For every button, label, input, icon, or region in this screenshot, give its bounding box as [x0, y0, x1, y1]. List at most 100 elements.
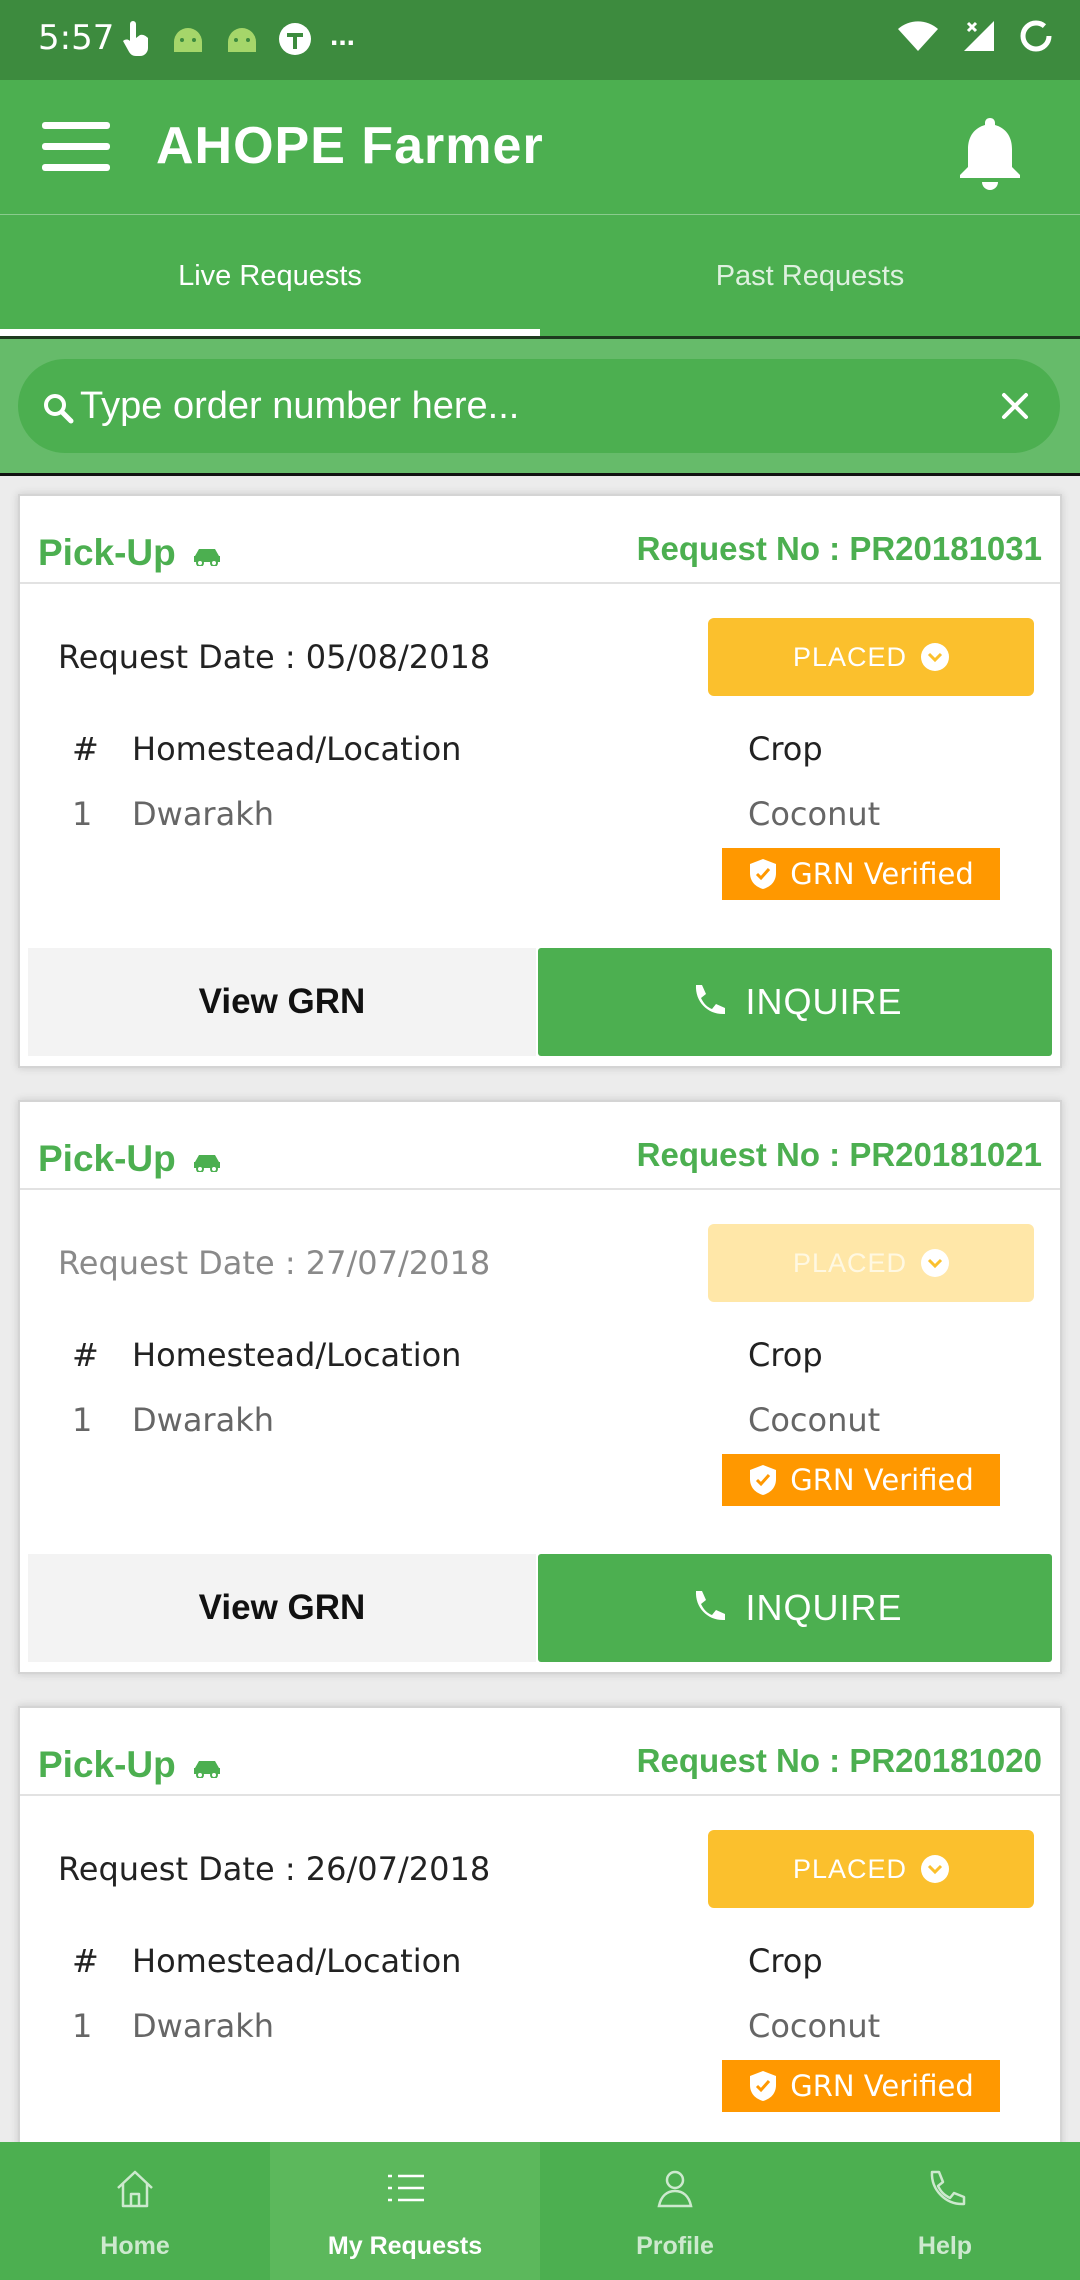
card-actions: View GRN INQUIRE: [28, 1554, 1052, 1662]
app-bar: AHOPE Farmer: [0, 80, 1080, 214]
request-number: Request No : PR20181020: [636, 1742, 1042, 1779]
nav-my-requests-label: My Requests: [327, 2232, 483, 2260]
touch-icon: [123, 21, 148, 56]
chevron-down-icon: [921, 1249, 950, 1277]
search-icon: [44, 394, 74, 424]
battery-saver-icon: [1020, 20, 1052, 52]
status-dropdown[interactable]: PLACED: [708, 1224, 1034, 1302]
row-location: Dwarakh: [132, 795, 274, 833]
android-icon: [228, 28, 256, 52]
nav-profile[interactable]: Profile: [540, 2142, 810, 2280]
card-header: Pick-Up Request No : PR20181021: [20, 1102, 1060, 1190]
car-icon: [193, 549, 220, 566]
col-header-number: #: [72, 730, 99, 768]
list-icon: [388, 2174, 424, 2202]
card-header: Pick-Up Request No : PR20181031: [20, 496, 1060, 584]
card-header: Pick-Up Request No : PR20181020: [20, 1708, 1060, 1796]
status-label: PLACED: [792, 1853, 908, 1884]
phone-icon: [696, 985, 726, 1015]
request-type: Pick-Up: [38, 532, 222, 574]
nav-help-label: Help: [917, 2232, 973, 2260]
request-card: Pick-Up Request No : PR20181021 Request …: [18, 1100, 1062, 1674]
request-date: Request Date : 05/08/2018: [58, 638, 491, 676]
nav-home-label: Home: [100, 2232, 170, 2260]
card-actions: View GRN INQUIRE: [28, 948, 1052, 1056]
person-icon: [657, 2170, 693, 2208]
grn-verified-badge: GRN Verified: [722, 1454, 1000, 1506]
grn-label: GRN Verified: [790, 1463, 974, 1497]
col-header-location: Homestead/Location: [132, 730, 462, 768]
status-bar: 5:57 ...: [0, 0, 1080, 80]
status-dropdown[interactable]: PLACED: [708, 1830, 1034, 1908]
wifi-icon: [898, 21, 938, 51]
home-icon: [117, 2170, 153, 2208]
app-title: AHOPE Farmer: [156, 117, 544, 175]
row-number: 1: [72, 1401, 93, 1439]
grn-verified-badge: GRN Verified: [722, 848, 1000, 900]
nav-profile-label: Profile: [636, 2232, 714, 2260]
chevron-down-icon: [921, 1855, 950, 1883]
row-crop: Coconut: [748, 795, 881, 833]
view-grn-button[interactable]: View GRN: [28, 948, 536, 1056]
col-header-number: #: [72, 1942, 99, 1980]
col-header-crop: Crop: [748, 1336, 823, 1374]
search-bar: [0, 339, 1080, 473]
grn-verified-badge: GRN Verified: [722, 2060, 1000, 2112]
row-number: 1: [72, 2007, 93, 2045]
chevron-down-icon: [921, 643, 950, 671]
status-dropdown[interactable]: PLACED: [708, 618, 1034, 696]
request-date: Request Date : 26/07/2018: [58, 1850, 491, 1888]
status-label: PLACED: [792, 1247, 908, 1278]
phone-icon: [696, 1591, 726, 1621]
tab-live-requests[interactable]: Live Requests: [0, 215, 540, 337]
more-notifications: ...: [330, 19, 356, 52]
inquire-label: INQUIRE: [745, 981, 903, 1022]
nav-my-requests[interactable]: My Requests: [270, 2142, 540, 2280]
request-type-label: Pick-Up: [38, 532, 176, 573]
app-screen: 5:57 ... AHOPE Farmer Live Requests Past…: [0, 0, 1080, 2280]
android-icon: [174, 28, 202, 52]
inquire-button[interactable]: INQUIRE: [538, 1554, 1052, 1662]
request-type-label: Pick-Up: [38, 1138, 176, 1179]
request-number: Request No : PR20181021: [636, 1136, 1042, 1173]
clear-search-icon[interactable]: [998, 389, 1032, 423]
nav-home[interactable]: Home: [0, 2142, 270, 2280]
search-box: [18, 359, 1060, 453]
shield-check-icon: [750, 1465, 777, 1495]
shield-check-icon: [750, 2071, 777, 2101]
notification-icons: ...: [122, 19, 356, 58]
request-number: Request No : PR20181031: [636, 530, 1042, 567]
status-label: PLACED: [792, 641, 908, 672]
status-time: 5:57: [38, 18, 115, 58]
row-location: Dwarakh: [132, 1401, 274, 1439]
col-header-number: #: [72, 1336, 99, 1374]
col-header-crop: Crop: [748, 1942, 823, 1980]
bottom-navigation: Home My Requests Profile Help: [0, 2142, 1080, 2280]
request-card: Pick-Up Request No : PR20181020 Request …: [18, 1706, 1062, 2186]
car-icon: [193, 1155, 220, 1172]
nav-help[interactable]: Help: [810, 2142, 1080, 2280]
app-circle-icon: [279, 23, 311, 55]
request-tabs: Live Requests Past Requests: [0, 214, 1080, 338]
signal-icon: [964, 21, 994, 51]
grn-label: GRN Verified: [790, 2069, 974, 2103]
hamburger-menu-icon[interactable]: [42, 116, 110, 176]
request-date: Request Date : 27/07/2018: [58, 1244, 491, 1282]
tab-past-requests[interactable]: Past Requests: [540, 215, 1080, 337]
car-icon: [193, 1761, 220, 1778]
row-crop: Coconut: [748, 1401, 881, 1439]
col-header-crop: Crop: [748, 730, 823, 768]
shield-check-icon: [750, 859, 777, 889]
row-number: 1: [72, 795, 93, 833]
view-grn-button[interactable]: View GRN: [28, 1554, 536, 1662]
request-type-label: Pick-Up: [38, 1744, 176, 1785]
notification-bell-icon[interactable]: [954, 114, 1026, 192]
row-crop: Coconut: [748, 2007, 881, 2045]
search-input[interactable]: [80, 371, 980, 441]
inquire-label: INQUIRE: [745, 1587, 903, 1628]
request-card: Pick-Up Request No : PR20181031 Request …: [18, 494, 1062, 1068]
inquire-button[interactable]: INQUIRE: [538, 948, 1052, 1056]
phone-icon: [930, 2170, 966, 2206]
request-type: Pick-Up: [38, 1744, 222, 1786]
col-header-location: Homestead/Location: [132, 1942, 462, 1980]
